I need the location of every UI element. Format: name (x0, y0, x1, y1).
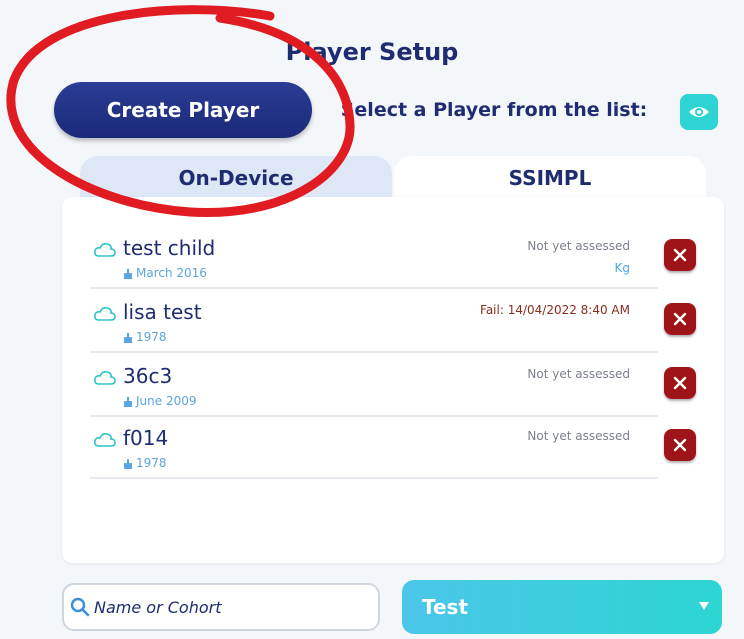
player-dob: 1978 (123, 330, 167, 344)
eye-icon (689, 107, 709, 117)
list-item[interactable]: test child March 2016 Not yet assessed K… (90, 233, 696, 289)
cloud-icon (94, 433, 116, 447)
test-type-dropdown[interactable]: Test (402, 580, 722, 634)
list-item[interactable]: 36c3 June 2009 Not yet assessed (90, 361, 696, 417)
list-item[interactable]: f014 1978 Not yet assessed (90, 423, 696, 479)
player-name: test child (123, 236, 216, 260)
assessment-status: Not yet assessed (527, 239, 630, 253)
delete-player-button[interactable] (664, 429, 696, 461)
close-icon (673, 438, 687, 452)
unit-label: Kg (614, 261, 631, 275)
player-dob: 1978 (123, 456, 167, 470)
caret-down-icon (699, 602, 709, 610)
list-item[interactable]: lisa test 1978 Fail: 14/04/2022 8:40 AM (90, 297, 696, 353)
cloud-icon (94, 243, 116, 257)
select-player-prompt: Select a Player from the list: (340, 99, 648, 121)
tab-ssimpl[interactable]: SSIMPL (394, 156, 706, 200)
visibility-toggle-button[interactable] (680, 94, 718, 130)
cake-icon (124, 332, 132, 343)
player-dob: March 2016 (123, 266, 207, 280)
search-field[interactable] (62, 583, 380, 631)
dropdown-selected-value: Test (422, 595, 469, 619)
close-icon (673, 248, 687, 262)
search-input[interactable] (94, 597, 374, 617)
create-player-button[interactable]: Create Player (54, 82, 312, 138)
assessment-status: Not yet assessed (527, 367, 630, 381)
player-dob: June 2009 (123, 394, 197, 408)
player-name: 36c3 (123, 364, 173, 388)
player-name: f014 (123, 426, 169, 450)
cake-icon (124, 268, 132, 279)
delete-player-button[interactable] (664, 367, 696, 399)
page-title: Player Setup (285, 38, 459, 66)
cake-icon (124, 396, 132, 407)
player-list: test child March 2016 Not yet assessed K… (62, 197, 724, 563)
player-name: lisa test (123, 300, 202, 324)
assessment-status: Fail: 14/04/2022 8:40 AM (480, 303, 630, 317)
cloud-icon (94, 371, 116, 385)
delete-player-button[interactable] (664, 303, 696, 335)
cloud-icon (94, 307, 116, 321)
close-icon (673, 312, 687, 326)
assessment-status: Not yet assessed (527, 429, 630, 443)
close-icon (673, 376, 687, 390)
cake-icon (124, 458, 132, 469)
tab-on-device[interactable]: On-Device (80, 156, 392, 200)
search-icon (70, 597, 90, 617)
delete-player-button[interactable] (664, 239, 696, 271)
